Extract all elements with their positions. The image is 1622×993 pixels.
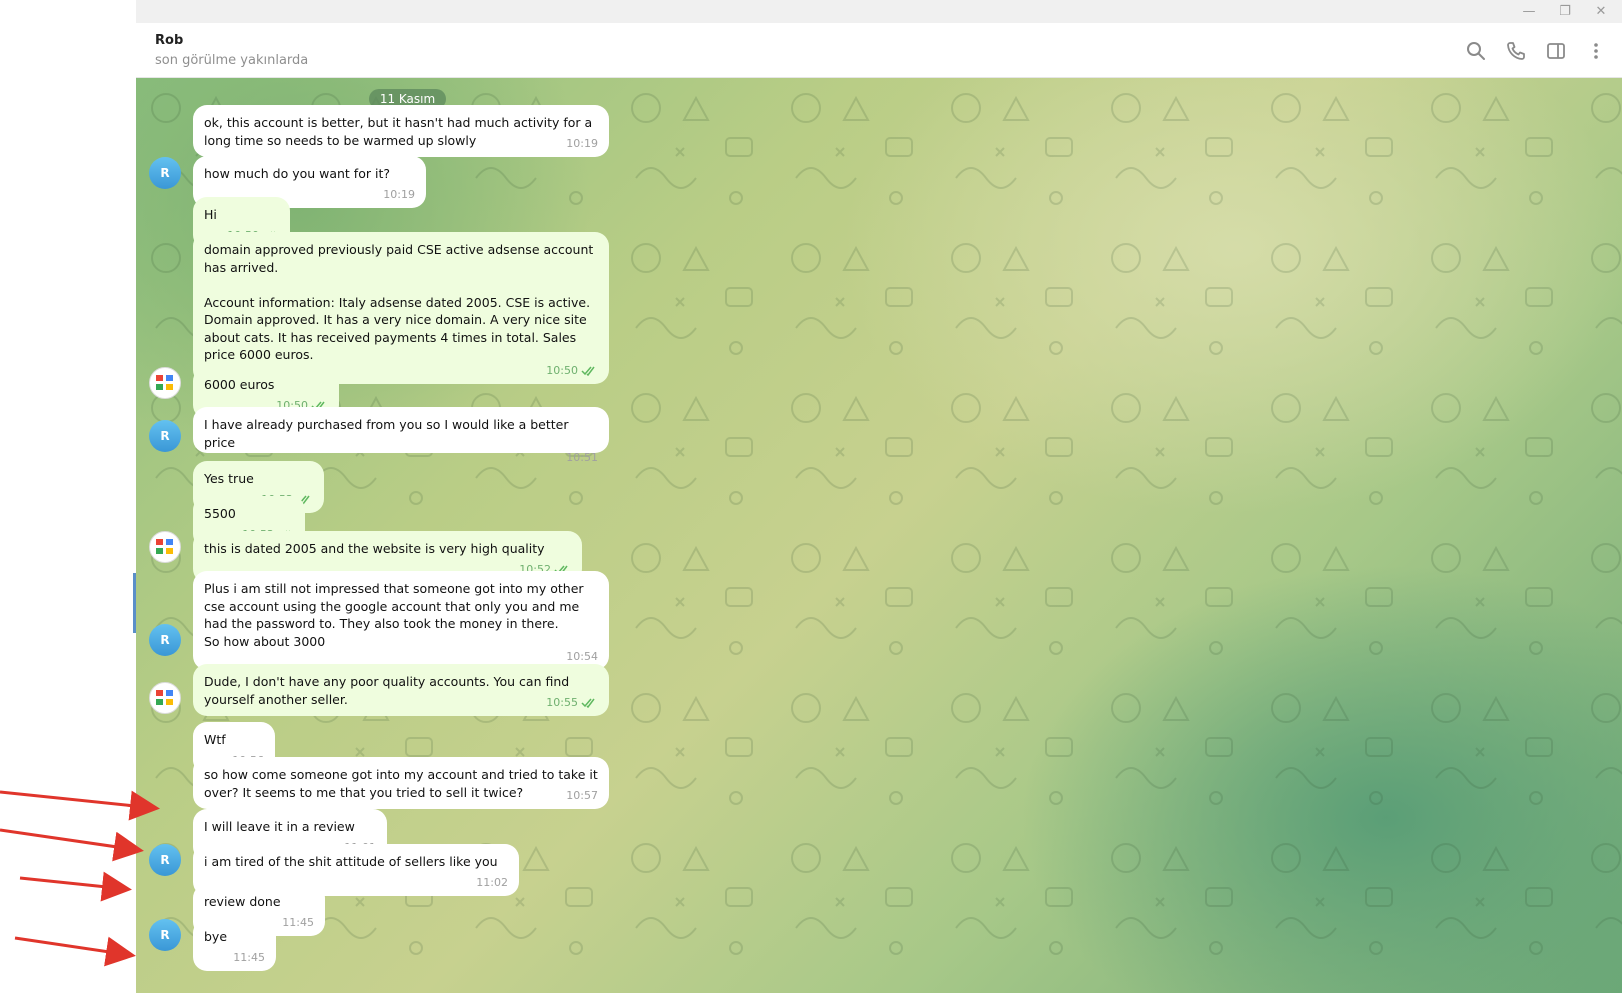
phone-icon bbox=[1507, 42, 1525, 60]
message-time: 10:19 bbox=[566, 136, 598, 150]
message-text: bye bbox=[204, 929, 228, 944]
message-time: 10:19 bbox=[383, 187, 415, 201]
message-text: Wtf bbox=[204, 732, 226, 747]
search-button[interactable] bbox=[1456, 37, 1496, 65]
red-arrow-icon bbox=[0, 828, 144, 862]
telegram-window: — ❐ ✕ Rob son görülme yakınlarda 11 Kası… bbox=[136, 0, 1622, 993]
message-text: I will leave it in a review bbox=[204, 819, 355, 834]
message-text: review done bbox=[204, 894, 281, 909]
more-vertical-icon bbox=[1594, 43, 1598, 59]
double-check-icon bbox=[581, 366, 595, 376]
message-text: this is dated 2005 and the website is ve… bbox=[204, 541, 545, 556]
search-icon bbox=[1467, 42, 1485, 60]
chat-status: son görülme yakınlarda bbox=[155, 53, 309, 68]
red-arrow-icon bbox=[0, 790, 160, 821]
message-text: i am tired of the shit attitude of selle… bbox=[204, 854, 498, 869]
message-text: Plus i am still not impressed that someo… bbox=[204, 581, 584, 649]
red-arrow-icon bbox=[19, 871, 132, 902]
message-bubble[interactable]: I have already purchased from you so I w… bbox=[193, 407, 609, 464]
screen: — ❐ ✕ Rob son görülme yakınlarda 11 Kası… bbox=[0, 0, 1622, 993]
message-bubble[interactable]: so how come someone got into my account … bbox=[193, 757, 609, 809]
message-text: domain approved previously paid CSE acti… bbox=[204, 242, 594, 362]
message-text: 6000 euros bbox=[204, 377, 275, 392]
message-time: 10:57 bbox=[566, 788, 598, 802]
sidebar-toggle-button[interactable] bbox=[1536, 37, 1576, 65]
message-list[interactable]: 11 Kasım ok, this account is better, but… bbox=[136, 78, 1622, 993]
message-text: so how come someone got into my account … bbox=[204, 767, 602, 800]
restore-button[interactable]: ❐ bbox=[1550, 2, 1580, 22]
message-bubble[interactable]: domain approved previously paid CSE acti… bbox=[193, 232, 609, 384]
minimize-button[interactable]: — bbox=[1514, 2, 1544, 22]
message-text: 5500 bbox=[204, 506, 236, 521]
message-bubble[interactable]: bye 11:45 bbox=[193, 919, 276, 971]
message-time: 11:45 bbox=[282, 915, 314, 929]
header-actions bbox=[1456, 37, 1616, 65]
message-time: 11:45 bbox=[233, 950, 265, 964]
message-text: Dude, I don't have any poor quality acco… bbox=[204, 674, 574, 707]
message-text: Hi bbox=[204, 207, 217, 222]
message-time: 10:54 bbox=[566, 650, 598, 663]
close-button[interactable]: ✕ bbox=[1586, 2, 1616, 22]
message-bubble[interactable]: Plus i am still not impressed that someo… bbox=[193, 571, 609, 670]
double-check-icon bbox=[581, 698, 595, 708]
annotation-arrows bbox=[0, 790, 160, 967]
sidebar-toggle-icon bbox=[1547, 43, 1565, 59]
message-text: how much do you want for it? bbox=[204, 166, 390, 181]
title-bar: — ❐ ✕ bbox=[136, 0, 1622, 23]
red-arrow-icon bbox=[14, 936, 136, 967]
message-text: ok, this account is better, but it hasn'… bbox=[204, 115, 597, 148]
message-text: Yes true bbox=[204, 471, 254, 486]
message-text: I have already purchased from you so I w… bbox=[204, 417, 573, 450]
call-button[interactable] bbox=[1496, 37, 1536, 65]
message-bubble[interactable]: ok, this account is better, but it hasn'… bbox=[193, 105, 609, 157]
chat-header[interactable]: Rob son görülme yakınlarda bbox=[136, 23, 1622, 78]
more-button[interactable] bbox=[1576, 37, 1616, 65]
message-time: 10:55 bbox=[546, 696, 598, 710]
message-time: 11:02 bbox=[476, 875, 508, 889]
message-bubble[interactable]: Dude, I don't have any poor quality acco… bbox=[193, 664, 609, 716]
